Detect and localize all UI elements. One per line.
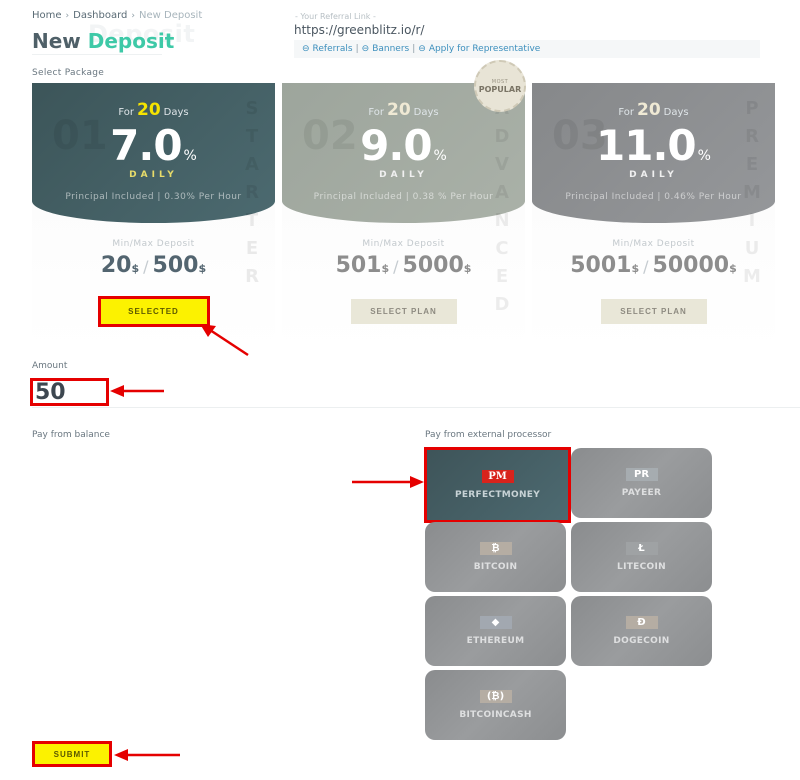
annotation-arrows <box>110 324 424 761</box>
arrow-head <box>200 324 216 337</box>
arrow-to-selected <box>209 328 249 357</box>
arrow-head <box>410 476 424 488</box>
most-popular-badge: MOST POPULAR <box>474 60 526 112</box>
arrow-head <box>110 385 124 397</box>
arrow-head <box>114 749 128 761</box>
